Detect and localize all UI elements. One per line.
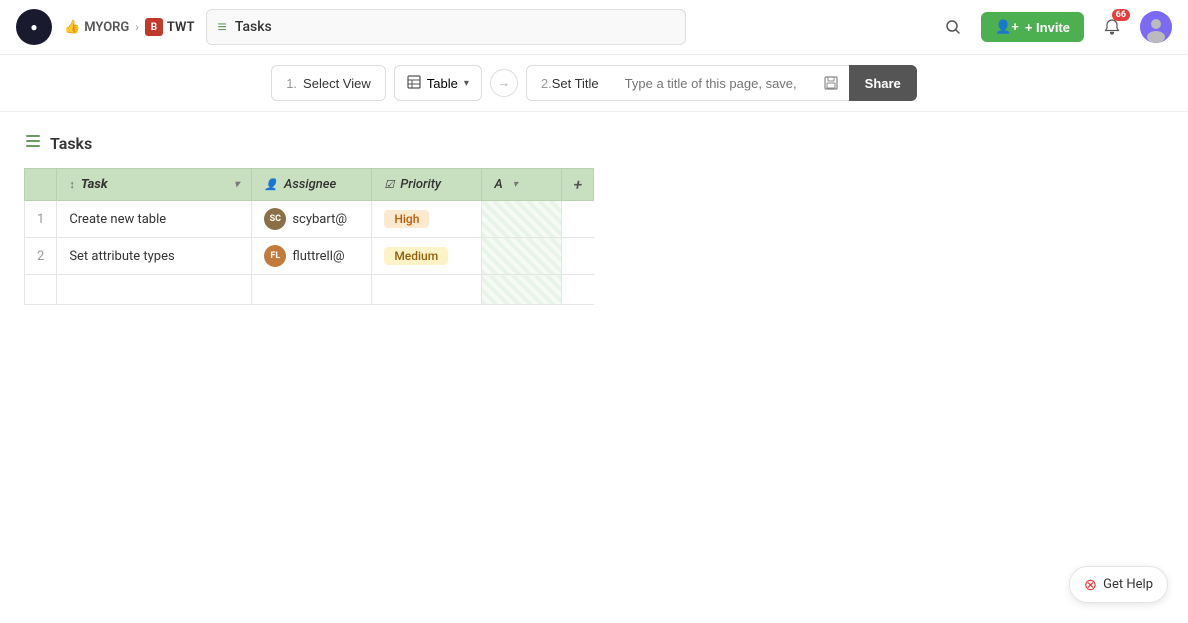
app-logo: ● xyxy=(16,9,52,45)
task-col-caret[interactable]: ▾ xyxy=(234,179,239,190)
table-label: Table xyxy=(427,76,458,91)
col-header-assignee[interactable]: 👤 Assignee xyxy=(252,169,372,201)
a-col-caret[interactable]: ▾ xyxy=(513,179,518,190)
tasks-icon xyxy=(24,132,42,154)
invite-button[interactable]: 👤+ + Invite xyxy=(981,12,1084,42)
priority-cell-2[interactable]: Medium xyxy=(372,238,482,275)
org-breadcrumb: 👍 MYORG › B TWT xyxy=(64,18,194,36)
forward-arrow-button[interactable]: → xyxy=(490,69,518,97)
search-bar-list-icon: ≡ xyxy=(217,17,226,37)
page-title: Tasks xyxy=(50,134,92,153)
priority-cell-1[interactable]: High xyxy=(372,201,482,238)
set-title-group: 2. Set Title Share xyxy=(526,65,917,101)
step1-num: 1. xyxy=(286,76,297,91)
notifications-button[interactable]: 66 xyxy=(1096,11,1128,43)
assignee-avatar-1: SC xyxy=(264,208,286,230)
col-header-task[interactable]: ↕ Task ▾ xyxy=(57,169,252,201)
step2-num: 2. xyxy=(541,76,552,91)
priority-icon: ☑ xyxy=(384,178,394,191)
toolbar: 1. Select View Table ▾ → 2. Set Title Sh… xyxy=(0,55,1188,112)
top-nav: ● 👍 MYORG › B TWT ≡ Tasks 👤+ + Invite 66 xyxy=(0,0,1188,55)
data-table: ↕ Task ▾ 👤 Assignee ☑ Priority xyxy=(24,168,594,305)
assignee-icon: 👤 xyxy=(264,178,278,191)
priority-badge-1: High xyxy=(384,210,429,228)
task-col-label: Task xyxy=(81,177,108,192)
assignee-name-2: fluttrell@ xyxy=(292,249,344,264)
row-num-2: 2 xyxy=(25,238,57,275)
a-cell-2[interactable] xyxy=(482,238,562,275)
col-header-priority[interactable]: ☑ Priority xyxy=(372,169,482,201)
svg-text:●: ● xyxy=(30,20,37,34)
task-cell-2[interactable]: Set attribute types xyxy=(57,238,252,275)
help-icon: ⊗ xyxy=(1084,575,1097,594)
task-value-2: Set attribute types xyxy=(69,249,174,264)
table-caret-icon: ▾ xyxy=(464,78,469,89)
assignee-cell-1[interactable]: SC scybart@ xyxy=(252,201,372,238)
table-header-row: ↕ Task ▾ 👤 Assignee ☑ Priority xyxy=(25,169,594,201)
task-cell-empty[interactable] xyxy=(57,275,252,305)
select-view-button[interactable]: 1. Select View xyxy=(271,65,386,101)
step2-label: Set Title xyxy=(552,76,599,91)
priority-cell-empty[interactable] xyxy=(372,275,482,305)
add-column-button[interactable]: + xyxy=(562,169,594,201)
a-col-label: A xyxy=(494,177,502,192)
org-name-label: MYORG xyxy=(84,20,129,35)
twt-name[interactable]: B TWT xyxy=(145,18,195,36)
table-row: 2 Set attribute types FL fluttrell@ Medi… xyxy=(25,238,594,275)
task-value-1: Create new table xyxy=(69,212,166,227)
save-button[interactable] xyxy=(813,65,849,101)
table-view-button[interactable]: Table ▾ xyxy=(394,65,482,101)
assignee-name-1: scybart@ xyxy=(292,212,347,227)
task-sort-icon: ↕ xyxy=(69,178,75,191)
priority-col-label: Priority xyxy=(400,177,441,192)
org-icon: 👍 xyxy=(64,20,80,35)
row-num-1: 1 xyxy=(25,201,57,238)
assignee-cell-empty[interactable] xyxy=(252,275,372,305)
breadcrumb-separator: › xyxy=(135,20,139,34)
a-cell-1[interactable] xyxy=(482,201,562,238)
notif-badge: 66 xyxy=(1112,9,1130,21)
search-bar-text: Tasks xyxy=(235,19,272,35)
assignee-avatar-2: FL xyxy=(264,245,286,267)
global-search-button[interactable] xyxy=(937,11,969,43)
user-avatar[interactable] xyxy=(1140,11,1172,43)
search-bar[interactable]: ≡ Tasks xyxy=(206,9,686,45)
table-row: 1 Create new table SC scybart@ High xyxy=(25,201,594,238)
title-input[interactable] xyxy=(613,65,813,101)
table-row-empty xyxy=(25,275,594,305)
row-num-3 xyxy=(25,275,57,305)
invite-label: + Invite xyxy=(1025,20,1070,35)
a-cell-empty[interactable] xyxy=(482,275,562,305)
invite-icon: 👤+ xyxy=(995,19,1019,35)
page-title-row: Tasks xyxy=(24,132,1164,154)
forward-icon: → xyxy=(497,75,510,91)
get-help-label: Get Help xyxy=(1103,577,1153,592)
col-header-a[interactable]: A ▾ xyxy=(482,169,562,201)
table-icon xyxy=(407,75,421,92)
get-help-button[interactable]: ⊗ Get Help xyxy=(1069,566,1168,603)
set-title-button[interactable]: 2. Set Title xyxy=(526,65,613,101)
assignee-col-label: Assignee xyxy=(284,177,336,192)
task-cell-1[interactable]: Create new table xyxy=(57,201,252,238)
step1-label: Select View xyxy=(303,76,371,91)
twt-logo: B xyxy=(145,18,163,36)
org-name[interactable]: 👍 MYORG xyxy=(64,20,129,35)
assignee-cell-2[interactable]: FL fluttrell@ xyxy=(252,238,372,275)
twt-label: TWT xyxy=(167,20,195,35)
main-content: Tasks ↕ Task ▾ 👤 Assignee xyxy=(0,112,1188,325)
share-button[interactable]: Share xyxy=(849,65,917,101)
priority-badge-2: Medium xyxy=(384,247,448,265)
nav-right: 👤+ + Invite 66 xyxy=(937,11,1172,43)
